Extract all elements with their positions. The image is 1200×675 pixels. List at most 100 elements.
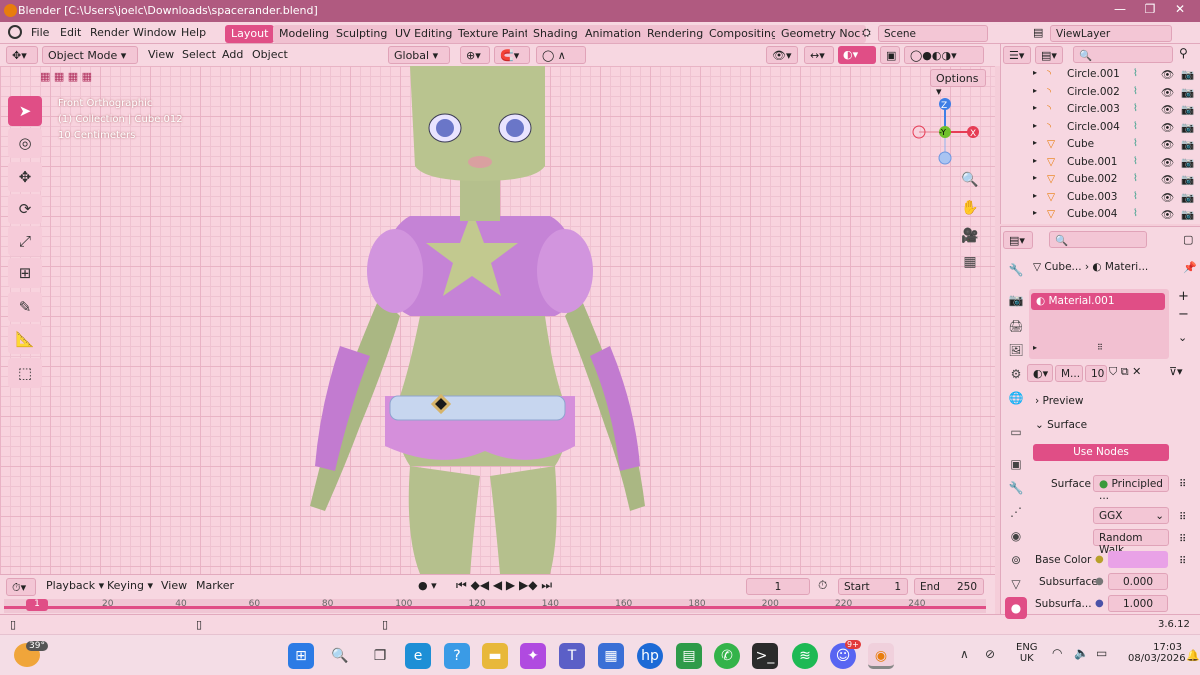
tray-chevron-icon[interactable]: ∧ <box>960 647 969 661</box>
cursor-tool-icon[interactable]: ◎ <box>8 128 42 158</box>
modifier-tab-icon[interactable]: 🔧 <box>1005 477 1027 499</box>
tab-rendering[interactable]: Rendering <box>641 25 710 43</box>
menu-file[interactable]: File <box>31 26 49 39</box>
material-slot-item[interactable]: ◐ Material.001 <box>1031 293 1165 310</box>
expand-arrow-icon[interactable]: ▸ <box>1033 68 1037 77</box>
material-slot-list[interactable]: ◐ Material.001 ▸ ⠿ <box>1029 289 1169 359</box>
material-name-field[interactable]: M... <box>1055 365 1083 382</box>
render-camera-icon[interactable]: 📷 <box>1181 138 1194 151</box>
outliner-search-input[interactable]: 🔍 <box>1073 46 1173 63</box>
battery-icon[interactable]: ▭ <box>1096 646 1107 660</box>
classroom-icon[interactable]: ▤ <box>676 643 702 669</box>
transform-tool-icon[interactable]: ⊞ <box>8 258 42 288</box>
render-camera-icon[interactable]: 📷 <box>1181 208 1194 221</box>
browse-material-icon[interactable]: ◐▾ <box>1027 364 1053 382</box>
visibility-icon[interactable]: 👁▾ <box>766 46 798 64</box>
tab-animation[interactable]: Animation <box>579 25 648 43</box>
menu-window[interactable]: Window <box>133 26 176 39</box>
expand-arrow-icon[interactable]: ▸ <box>1033 103 1037 112</box>
record-button[interactable]: ● ▾ <box>418 579 437 592</box>
eye-icon[interactable]: 👁 <box>1161 156 1174 169</box>
subsurface-radius-field[interactable]: 1.000 <box>1108 595 1168 612</box>
mode-selector[interactable]: Object Mode ▾ <box>42 46 138 64</box>
tab-texture-paint[interactable]: Texture Paint <box>452 25 535 43</box>
filter-icon[interactable]: ⚲ <box>1179 46 1188 60</box>
scene-tab-icon[interactable]: ⚙ <box>1005 363 1027 385</box>
hp-icon[interactable]: hp <box>637 643 663 669</box>
expand-arrow-icon[interactable]: ▸ <box>1033 173 1037 182</box>
edge-icon[interactable]: e <box>405 643 431 669</box>
outliner-row[interactable]: ▸ ▽ Cube.001 ⌇ 👁 📷 <box>1021 156 1197 174</box>
menu-edit[interactable]: Edit <box>60 26 81 39</box>
view-layer-tab-icon[interactable]: 🖼 <box>1005 339 1027 361</box>
select-mode-icons[interactable]: ▦ ▦ ▦ ▦ <box>40 70 92 83</box>
value-socket-icon[interactable]: ● <box>1095 576 1104 587</box>
physics-tab-icon[interactable]: ◉ <box>1005 525 1027 547</box>
playback-menu[interactable]: Playback ▾ <box>46 579 104 592</box>
options-icon[interactable]: ▢ <box>1183 233 1193 246</box>
material-users-count[interactable]: 10 <box>1085 365 1107 382</box>
xray-icon[interactable]: ▣ <box>880 46 900 64</box>
eye-icon[interactable]: 👁 <box>1161 173 1174 186</box>
select-tool-icon[interactable]: ➤ <box>8 96 42 126</box>
close-button[interactable]: ✕ <box>1165 2 1195 20</box>
task-view-icon[interactable]: ❐ <box>367 643 393 669</box>
data-tab-icon[interactable]: ▽ <box>1005 573 1027 595</box>
eye-icon[interactable]: 👁 <box>1161 103 1174 116</box>
navigation-gizmo[interactable]: Z -Y X <box>905 94 985 169</box>
tab-modeling[interactable]: Modeling <box>273 25 336 43</box>
copilot-icon[interactable]: ✦ <box>520 643 546 669</box>
stopwatch-icon[interactable]: ⏱ <box>818 578 827 593</box>
preview-panel-header[interactable]: › Preview <box>1035 395 1083 407</box>
pivot-icon[interactable]: ⊕▾ <box>460 46 490 64</box>
language-indicator[interactable]: ENG UK <box>1016 642 1038 664</box>
view-layer-selector[interactable]: ViewLayer <box>1050 25 1172 42</box>
link-icon[interactable]: ⊽▾ <box>1169 365 1183 378</box>
distribution-select[interactable]: GGX ⌄ <box>1093 507 1169 524</box>
outliner-row[interactable]: ▸ ◝ Circle.003 ⌇ 👁 📷 <box>1021 103 1197 121</box>
expand-arrow-icon[interactable]: ▸ <box>1033 138 1037 147</box>
menu-render[interactable]: Render <box>90 26 129 39</box>
timeline-editor-icon[interactable]: ⏱▾ <box>6 578 36 596</box>
expand-icon[interactable]: ▸ <box>1033 343 1037 352</box>
outliner-row[interactable]: ▸ ◝ Circle.004 ⌇ 👁 📷 <box>1021 121 1197 139</box>
frame-ruler[interactable]: 1 20 40 60 80 100 120 140 160 180 200 220 240 <box>4 599 986 613</box>
remove-slot-button[interactable]: − <box>1178 307 1189 322</box>
grid-icon[interactable]: ▦ <box>958 250 982 274</box>
network-off-icon[interactable]: ⊘ <box>985 647 995 661</box>
outliner-row[interactable]: ▸ ▽ Cube.004 ⌇ 👁 📷 <box>1021 208 1197 226</box>
surface-panel-header[interactable]: ⌄ Surface <box>1035 419 1087 431</box>
render-camera-icon[interactable]: 📷 <box>1181 173 1194 186</box>
expand-arrow-icon[interactable]: ▸ <box>1033 121 1037 130</box>
color-socket-icon[interactable]: ● <box>1095 554 1104 565</box>
menu-select[interactable]: Select <box>182 48 216 61</box>
scene-selector[interactable]: Scene <box>878 25 988 42</box>
constraints-tab-icon[interactable]: ⊚ <box>1005 549 1027 571</box>
tab-compositing[interactable]: Compositing <box>703 25 784 43</box>
render-camera-icon[interactable]: 📷 <box>1181 121 1194 134</box>
pan-hand-icon[interactable]: ✋ <box>958 196 982 220</box>
tool-tab-icon[interactable]: 🔧 <box>1005 259 1027 281</box>
start-icon[interactable]: ⊞ <box>288 643 314 669</box>
keying-menu[interactable]: Keying ▾ <box>107 579 153 592</box>
tab-layout[interactable]: Layout <box>225 25 275 43</box>
menu-add[interactable]: Add <box>222 48 243 61</box>
material-tab-icon[interactable]: ● <box>1005 597 1027 619</box>
outliner-row[interactable]: ▸ ▽ Cube ⌇ 👁 📷 <box>1021 138 1197 156</box>
eye-icon[interactable]: 👁 <box>1161 68 1174 81</box>
use-nodes-button[interactable]: Use Nodes <box>1033 444 1169 461</box>
collection-tab-icon[interactable]: ▭ <box>1005 421 1027 443</box>
help-icon[interactable]: ? <box>444 643 470 669</box>
marker-menu[interactable]: Marker <box>196 579 234 592</box>
shading-modes[interactable]: ◯●◐◑▾ <box>904 46 984 64</box>
render-camera-icon[interactable]: 📷 <box>1181 191 1194 204</box>
render-camera-icon[interactable]: 📷 <box>1181 103 1194 116</box>
expand-arrow-icon[interactable]: ▸ <box>1033 156 1037 165</box>
outliner-row[interactable]: ▸ ▽ Cube.003 ⌇ 👁 📷 <box>1021 191 1197 209</box>
rotate-tool-icon[interactable]: ⟳ <box>8 194 42 224</box>
expand-arrow-icon[interactable]: ▸ <box>1033 191 1037 200</box>
search-icon[interactable]: 🔍 <box>327 643 353 669</box>
terminal-icon[interactable]: >_ <box>752 643 778 669</box>
3d-viewport[interactable]: ▦ ▦ ▦ ▦ Front Orthographic (1) Collectio… <box>0 66 995 574</box>
camera-icon[interactable]: 🎥 <box>958 224 982 248</box>
